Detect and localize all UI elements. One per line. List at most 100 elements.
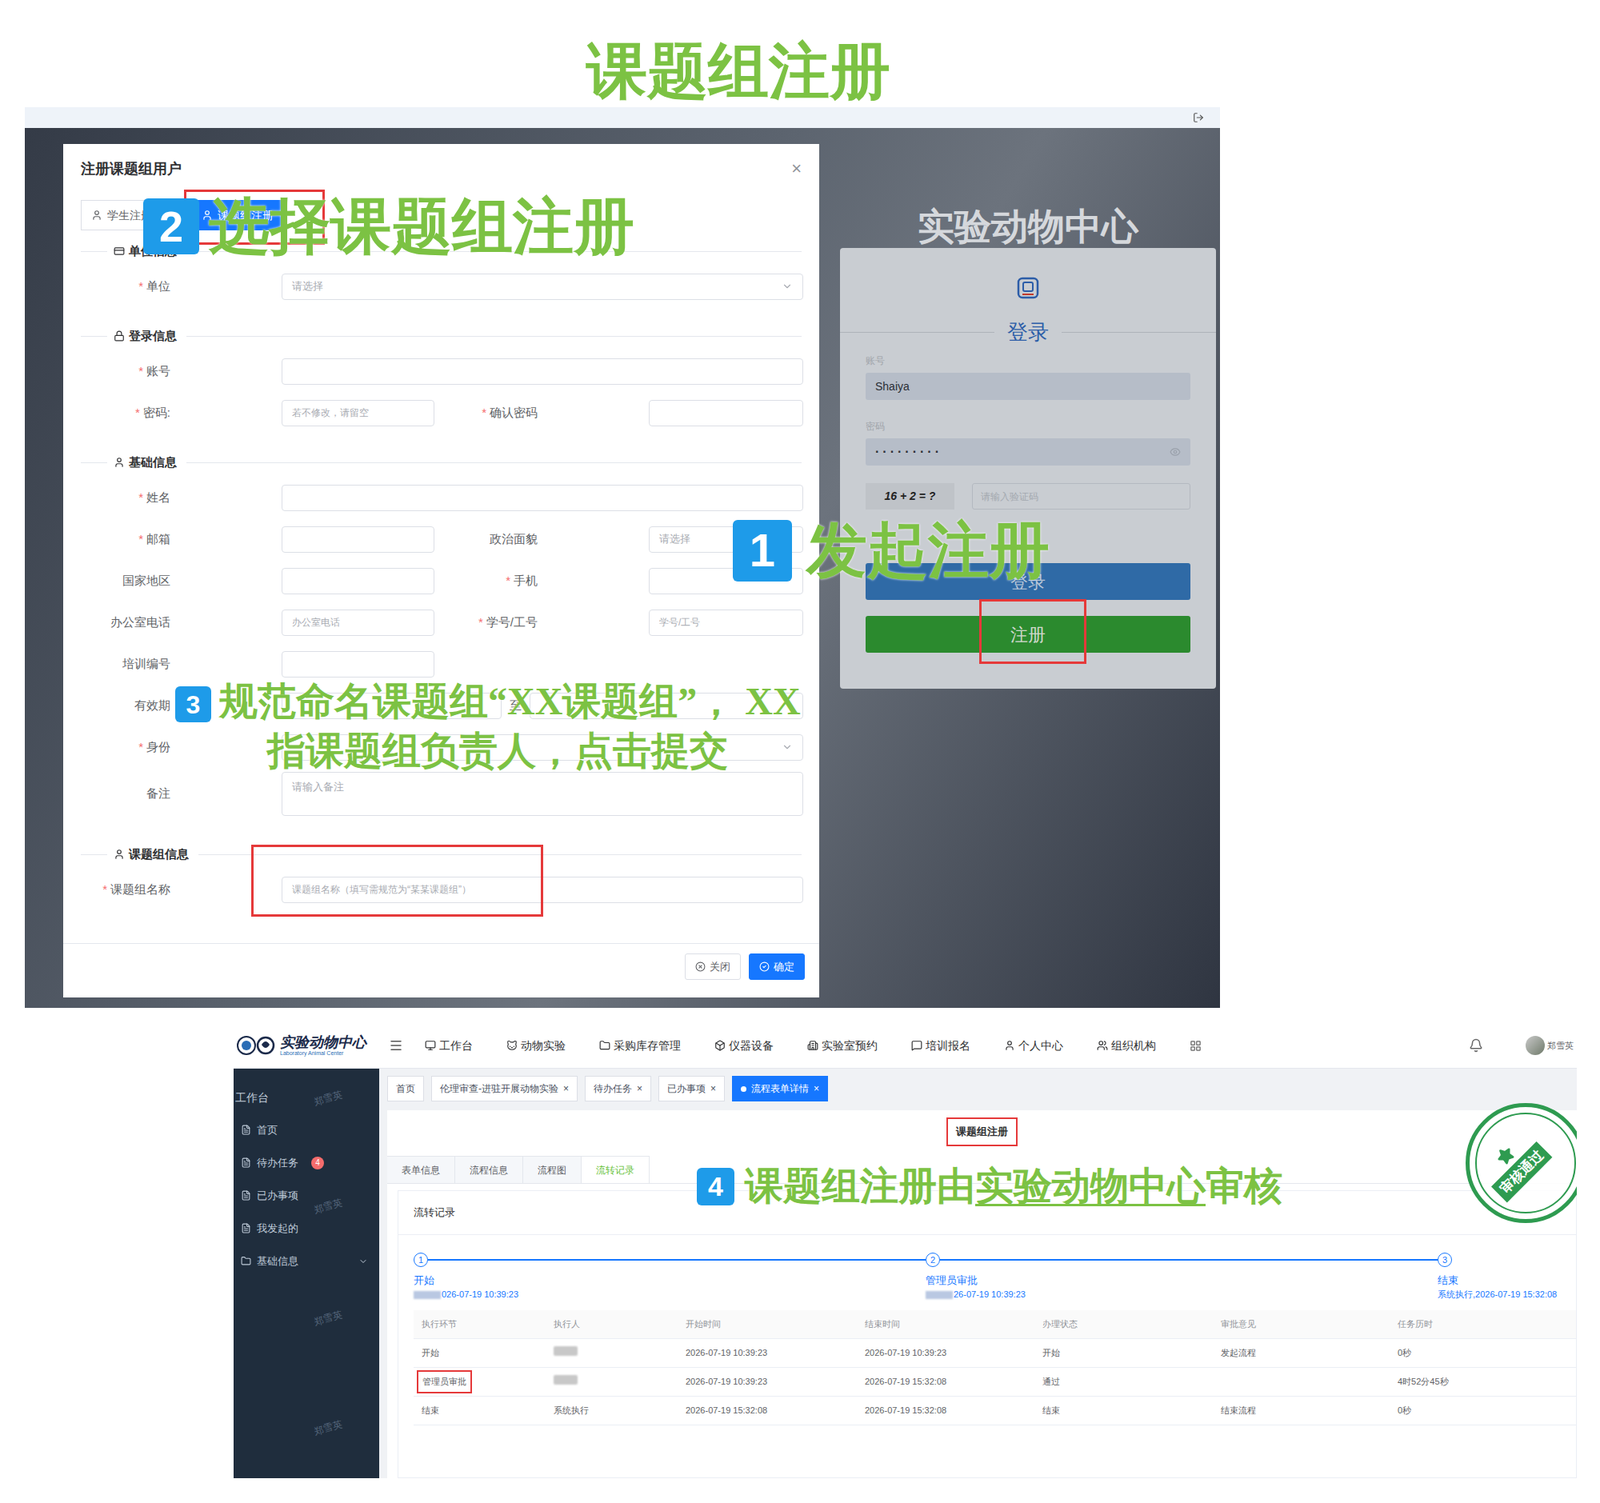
input-field[interactable]: 请选择: [281, 273, 804, 300]
section-icon: [113, 245, 125, 257]
input-field[interactable]: 学号/工号: [648, 609, 804, 636]
form-row: *姓名: [63, 476, 820, 519]
step-name: 结束: [1437, 1273, 1576, 1288]
annotation: 4课题组注册由实验动物中心审核: [696, 1164, 1283, 1209]
record-table: 执行环节执行人开始时间结束时间办理状态审批意见任务历时开始2026-07-19 …: [413, 1310, 1576, 1426]
input-field[interactable]: [648, 400, 804, 427]
login-input[interactable]: ·········: [865, 438, 1191, 466]
detail-tab[interactable]: 表单信息: [387, 1156, 456, 1184]
page-tab[interactable]: 伦理审查-进驻开展动物实验×: [431, 1076, 578, 1102]
menu-item-icon: [1004, 1040, 1016, 1052]
field-label: *确认密码: [434, 404, 538, 423]
tutorial-page: 课题组注册注册课题组用户×学生注册课题组注册单位信息*单位请选择登录信息*账号*…: [0, 0, 1600, 1503]
register-button[interactable]: 注册: [865, 616, 1191, 653]
nav-menu-item[interactable]: 实验室预约: [807, 1037, 878, 1055]
table-column: 任务历时: [1389, 1317, 1576, 1332]
input-field[interactable]: 若不修改，请留空: [281, 400, 435, 427]
eye-icon[interactable]: [1169, 446, 1181, 458]
sidebar-item[interactable]: 基础信息: [233, 1244, 380, 1278]
flow-step: 2管理员审批26-07-19 10:39:23: [925, 1252, 1438, 1301]
menu-toggle-icon[interactable]: [388, 1038, 404, 1053]
menu-item-icon: [807, 1040, 819, 1052]
input-field[interactable]: [281, 568, 435, 595]
detail-tab[interactable]: 流程信息: [455, 1156, 524, 1184]
detail-title-row: 课题组注册: [387, 1110, 1577, 1154]
nav-menu-item[interactable]: 仪器设备: [714, 1037, 774, 1055]
annotation-part: 指课题组负责人，点击提交: [267, 729, 728, 772]
chevron-down-icon: [781, 741, 793, 753]
expand-icon: [358, 1256, 368, 1267]
sidebar-item[interactable]: 首页: [233, 1113, 380, 1147]
table-cell: 2026-07-19 10:39:23: [677, 1375, 857, 1389]
review-screenshot: 实验动物中心Laboratory Animal Center工作台动物实验采购库…: [233, 1023, 1577, 1479]
login-field: 密码·········: [865, 400, 1191, 466]
menu-item-icon: [424, 1040, 436, 1052]
form-row: 办公室电话办公室电话*学号/工号学号/工号: [63, 601, 820, 644]
input-field[interactable]: [281, 651, 435, 678]
highlight-box: [251, 844, 544, 917]
flow-step: 1开始026-07-19 10:39:23: [413, 1252, 926, 1301]
nav-menu-item[interactable]: 动物实验: [506, 1037, 566, 1055]
app-logo-icon: [1016, 276, 1040, 300]
input-field[interactable]: [281, 526, 435, 553]
close-button[interactable]: ×: [791, 160, 802, 178]
section-icon: [113, 848, 125, 860]
check-icon: [759, 961, 770, 972]
login-input[interactable]: Shaiya: [865, 372, 1191, 400]
logout-icon[interactable]: [1192, 112, 1204, 124]
captcha-input[interactable]: 请输入验证码: [972, 483, 1191, 510]
section-icon: [113, 330, 125, 342]
tab-close-button[interactable]: ×: [710, 1081, 716, 1096]
logo-text: 实验动物中心: [280, 1034, 367, 1051]
annotation-text: 发起注册: [806, 517, 1050, 584]
page-tab[interactable]: 首页: [387, 1076, 424, 1102]
page-tab[interactable]: 待办任务×: [584, 1076, 652, 1102]
input-field[interactable]: [281, 484, 804, 512]
form-row: *单位请选择: [63, 265, 820, 308]
sidebar-item[interactable]: 我发起的: [233, 1212, 380, 1245]
nav-menu-item[interactable]: 组织机构: [1096, 1037, 1156, 1055]
section-header: 基础信息: [63, 448, 820, 477]
confirm-button[interactable]: 确定: [748, 953, 805, 980]
page-tab[interactable]: 已办事项×: [658, 1076, 725, 1102]
tab-close-button[interactable]: ×: [636, 1081, 643, 1096]
field-label: *密码:: [63, 404, 171, 423]
step-number: 2: [925, 1252, 940, 1268]
required-mark: *: [138, 364, 144, 378]
input-field[interactable]: [281, 358, 804, 385]
user-avatar[interactable]: [1525, 1036, 1545, 1056]
annotation-part: 选择课题组注册: [208, 192, 635, 260]
sidebar-item[interactable]: 待办任务4: [233, 1146, 380, 1180]
nav-menu-item[interactable]: 工作台: [424, 1037, 473, 1055]
user-icon: [91, 209, 103, 221]
nav-menu-item[interactable]: 个人中心: [1004, 1037, 1064, 1055]
table-cell: 通过: [1034, 1375, 1213, 1389]
apps-grid-icon[interactable]: [1189, 1040, 1202, 1052]
detail-tab[interactable]: 流程图: [523, 1156, 582, 1184]
table-row: 管理员审批2026-07-19 10:39:232026-07-19 15:32…: [413, 1368, 1576, 1397]
captcha-image[interactable]: 16 + 2 = ?: [865, 483, 955, 510]
tab-close-button[interactable]: ×: [563, 1081, 569, 1096]
field-label: 办公室电话: [63, 613, 171, 632]
redacted-block: [553, 1346, 578, 1356]
approved-stamp: 审核通过: [1465, 1103, 1577, 1224]
table-cell: 开始: [1034, 1346, 1213, 1360]
user-name[interactable]: 郑雪英: [1547, 1039, 1574, 1053]
redacted-block: [925, 1291, 953, 1300]
annotation-text: 课题组注册由实验动物中心审核: [744, 1164, 1283, 1209]
nav-menu-item[interactable]: 采购库存管理: [599, 1037, 681, 1055]
page-tab[interactable]: 流程表单详情×: [732, 1076, 828, 1102]
tab-close-button[interactable]: ×: [813, 1081, 820, 1096]
nav-menu-item[interactable]: 培训报名: [911, 1037, 971, 1055]
table-row: 结束系统执行2026-07-19 15:32:082026-07-19 15:3…: [413, 1396, 1576, 1426]
textarea-field[interactable]: 请输入备注: [281, 772, 804, 816]
sidebar-item[interactable]: 已办事项: [233, 1179, 380, 1212]
detail-tab[interactable]: 流转记录: [581, 1156, 650, 1184]
table-cell: 结束: [1034, 1404, 1213, 1418]
active-dot: [740, 1086, 747, 1092]
annotation-part: 发起注册: [806, 516, 1050, 584]
bell-icon[interactable]: [1468, 1038, 1484, 1053]
close-dialog-button[interactable]: 关闭: [684, 953, 741, 980]
annotation: 3规范命名课题组“XX课题组”， XX指课题组负责人，点击提交: [175, 676, 801, 776]
input-field[interactable]: 办公室电话: [281, 609, 435, 636]
